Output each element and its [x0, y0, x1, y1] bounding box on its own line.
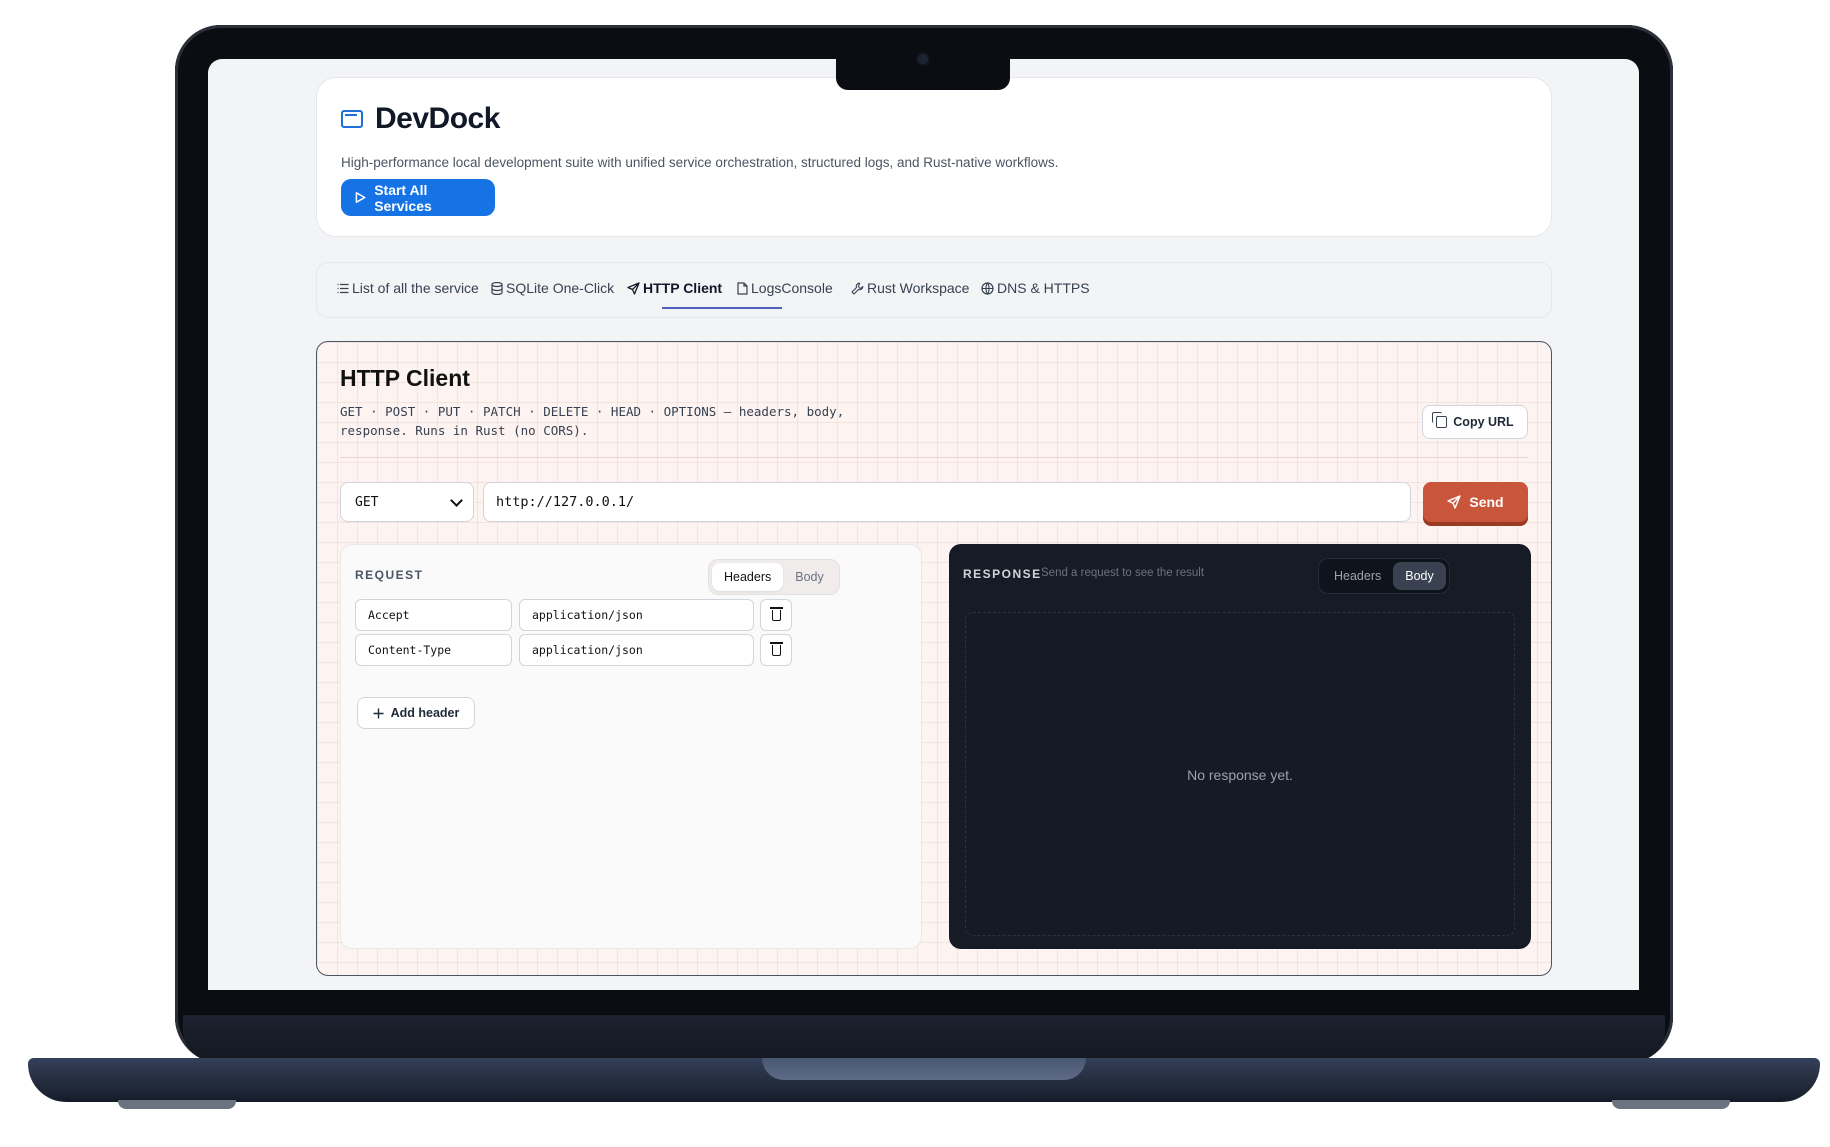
- database-icon: [491, 281, 503, 295]
- tab-sqlite[interactable]: SQLite One-Click: [491, 280, 614, 296]
- active-tab-indicator: [662, 307, 782, 309]
- response-tab-headers[interactable]: Headers: [1322, 562, 1393, 590]
- start-all-services-label: Start All Services: [374, 181, 432, 214]
- url-value: http://127.0.0.1/: [496, 494, 635, 510]
- camera-icon: [918, 54, 928, 64]
- request-label: REQUEST: [355, 568, 424, 582]
- method-select[interactable]: GET: [340, 482, 474, 522]
- copy-icon: [1432, 412, 1448, 428]
- tab-http-client[interactable]: HTTP Client: [627, 280, 722, 296]
- header-key-input[interactable]: Content-Type: [355, 634, 512, 666]
- request-tab-body[interactable]: Body: [783, 563, 836, 591]
- screen: DevDock High-performance local developme…: [208, 59, 1639, 990]
- plus-icon: [373, 708, 384, 718]
- add-header-label: Add header: [390, 706, 460, 720]
- url-input[interactable]: http://127.0.0.1/: [483, 482, 1411, 522]
- tab-label: Rust Workspace: [867, 280, 970, 296]
- response-hint: Send a request to see the result: [1041, 567, 1205, 579]
- send-label: Send: [1469, 494, 1504, 510]
- laptop-chin: [183, 1015, 1665, 1061]
- http-client-description: GET · POST · PUT · PATCH · DELETE · HEAD…: [340, 404, 845, 438]
- http-client-panel: HTTP Client GET · POST · PUT · PATCH · D…: [316, 341, 1552, 976]
- list-icon: [337, 283, 349, 293]
- trash-icon: [770, 642, 783, 644]
- header-key: Accept: [368, 608, 410, 622]
- tab-rust-workspace[interactable]: Rust Workspace: [851, 280, 969, 296]
- response-tabs: Headers Body: [1318, 558, 1450, 594]
- laptop-foot: [118, 1100, 236, 1109]
- laptop-foot: [1612, 1100, 1730, 1109]
- trash-icon: [770, 607, 783, 609]
- header-value: application/json: [532, 608, 643, 622]
- http-client-title: HTTP Client: [340, 365, 470, 391]
- tab-label: DNS & HTTPS: [997, 280, 1090, 296]
- tab-dns-https[interactable]: DNS & HTTPS: [981, 280, 1090, 296]
- tab-label: SQLite One-Click: [506, 280, 615, 296]
- laptop-base-groove: [762, 1058, 1086, 1080]
- delete-header-button[interactable]: [760, 599, 792, 631]
- globe-icon: [981, 281, 994, 295]
- request-tab-headers[interactable]: Headers: [712, 563, 784, 591]
- header-key-input[interactable]: Accept: [355, 599, 512, 631]
- chevron-down-icon: [450, 494, 463, 507]
- divider: [340, 457, 1528, 458]
- trash-icon-body: [772, 610, 781, 621]
- file-icon: [737, 281, 748, 295]
- delete-header-button[interactable]: [760, 634, 792, 666]
- response-body: No response yet.: [965, 612, 1515, 936]
- brand: DevDock: [341, 102, 500, 136]
- app-header: DevDock High-performance local developme…: [316, 77, 1552, 237]
- tab-label: List of all the service: [352, 280, 479, 296]
- trash-icon-body: [772, 645, 781, 656]
- header-value: application/json: [532, 643, 643, 657]
- response-label: RESPONSE: [963, 567, 1042, 581]
- request-panel: REQUEST Headers Body Accept application/…: [340, 544, 922, 949]
- app-subtitle: High-performance local development suite…: [341, 155, 1059, 170]
- copy-url-label: Copy URL: [1453, 415, 1514, 429]
- tab-services[interactable]: List of all the service: [337, 280, 479, 296]
- wrench-icon: [851, 282, 864, 295]
- header-value-input[interactable]: application/json: [519, 634, 754, 666]
- app-title: DevDock: [375, 102, 500, 135]
- tab-bar: List of all the service SQLite One-Click…: [316, 262, 1552, 318]
- method-value: GET: [355, 494, 379, 510]
- tab-label: HTTP Client: [643, 280, 723, 296]
- header-value-input[interactable]: application/json: [519, 599, 754, 631]
- request-tabs: Headers Body: [708, 559, 840, 595]
- tab-label: LogsConsole: [751, 280, 833, 296]
- send-icon: [627, 281, 640, 295]
- send-button[interactable]: Send: [1423, 482, 1528, 522]
- response-tab-body[interactable]: Body: [1393, 562, 1446, 590]
- copy-url-button[interactable]: Copy URL: [1422, 405, 1528, 439]
- start-all-services-button[interactable]: Start All Services: [341, 179, 495, 216]
- send-icon: [1447, 495, 1461, 509]
- play-icon: [355, 192, 366, 203]
- response-panel: RESPONSE Send a request to see the resul…: [949, 544, 1531, 949]
- add-header-button[interactable]: Add header: [357, 697, 475, 729]
- header-key: Content-Type: [368, 643, 452, 657]
- response-empty-message: No response yet.: [1187, 767, 1293, 783]
- tab-logs-console[interactable]: LogsConsole: [737, 280, 833, 296]
- window-icon: [341, 110, 363, 128]
